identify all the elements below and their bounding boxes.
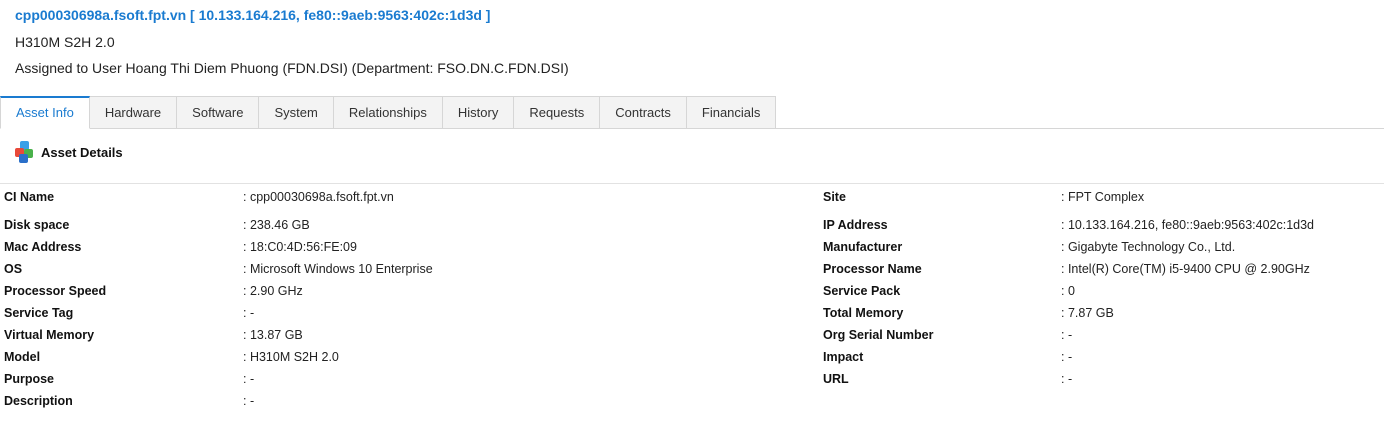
- detail-value: : 13.87 GB: [243, 328, 303, 342]
- detail-value: : -: [243, 394, 255, 408]
- detail-value: : 238.46 GB: [243, 218, 310, 232]
- tab-contracts[interactable]: Contracts: [600, 96, 687, 129]
- detail-label: Processor Speed: [4, 284, 107, 298]
- detail-label: Mac Address: [4, 240, 82, 254]
- detail-row: CI Name : cpp00030698a.fsoft.fpt.vn Site…: [0, 186, 1384, 214]
- detail-label: Site: [823, 190, 846, 204]
- detail-row: Virtual Memory : 13.87 GB Org Serial Num…: [0, 324, 1384, 346]
- detail-value: : 2.90 GHz: [243, 284, 303, 298]
- section-divider: [0, 183, 1384, 184]
- detail-label: Purpose: [4, 372, 55, 386]
- detail-value: : 18:C0:4D:56:FE:09: [243, 240, 357, 254]
- detail-label: OS: [4, 262, 23, 276]
- detail-label: URL: [823, 372, 849, 386]
- asset-header: cpp00030698a.fsoft.fpt.vn [ 10.133.164.2…: [15, 6, 569, 77]
- assignment-text: Assigned to User Hoang Thi Diem Phuong (…: [15, 60, 569, 76]
- detail-value: : 7.87 GB: [1061, 306, 1114, 320]
- detail-row: Processor Speed : 2.90 GHz Service Pack …: [0, 280, 1384, 302]
- detail-label: CI Name: [4, 190, 55, 204]
- tab-hardware[interactable]: Hardware: [89, 96, 178, 129]
- detail-row: Service Tag : - Total Memory : 7.87 GB: [0, 302, 1384, 324]
- detail-label: Org Serial Number: [823, 328, 934, 342]
- cubes-icon: [15, 141, 35, 163]
- detail-label: Virtual Memory: [4, 328, 95, 342]
- detail-label: Total Memory: [823, 306, 904, 320]
- tab-asset-info[interactable]: Asset Info: [0, 96, 90, 129]
- detail-label: Disk space: [4, 218, 70, 232]
- detail-row: Purpose : - URL : -: [0, 368, 1384, 390]
- detail-value: : -: [1061, 372, 1073, 386]
- detail-label: Impact: [823, 350, 864, 364]
- detail-value: : H310M S2H 2.0: [243, 350, 339, 364]
- detail-row: Disk space : 238.46 GB IP Address : 10.1…: [0, 214, 1384, 236]
- detail-label: Service Pack: [823, 284, 901, 298]
- detail-value: : -: [243, 372, 255, 386]
- asset-model: H310M S2H 2.0: [15, 34, 115, 50]
- detail-value: : FPT Complex: [1061, 190, 1145, 204]
- detail-label: Processor Name: [823, 262, 922, 276]
- tab-relationships[interactable]: Relationships: [333, 96, 443, 129]
- detail-label: Service Tag: [4, 306, 74, 320]
- tab-requests[interactable]: Requests: [514, 96, 601, 129]
- asset-details-grid: CI Name : cpp00030698a.fsoft.fpt.vn Site…: [0, 186, 1384, 412]
- tab-bar: Asset Info Hardware Software System Rela…: [0, 96, 777, 129]
- tab-system[interactable]: System: [259, 96, 334, 129]
- detail-value: : cpp00030698a.fsoft.fpt.vn: [243, 190, 394, 204]
- detail-row: Model : H310M S2H 2.0 Impact : -: [0, 346, 1384, 368]
- detail-row: Description : -: [0, 390, 1384, 412]
- detail-value: : Gigabyte Technology Co., Ltd.: [1061, 240, 1236, 254]
- tab-history[interactable]: History: [442, 96, 515, 129]
- tab-financials[interactable]: Financials: [686, 96, 777, 129]
- detail-value: : Microsoft Windows 10 Enterprise: [243, 262, 433, 276]
- detail-value: : -: [1061, 328, 1073, 342]
- asset-details-header: Asset Details: [15, 141, 123, 163]
- detail-label: Model: [4, 350, 41, 364]
- detail-row: OS : Microsoft Windows 10 Enterprise Pro…: [0, 258, 1384, 280]
- asset-title-link[interactable]: cpp00030698a.fsoft.fpt.vn [ 10.133.164.2…: [15, 6, 569, 24]
- detail-row: Mac Address : 18:C0:4D:56:FE:09 Manufact…: [0, 236, 1384, 258]
- detail-value: : -: [243, 306, 255, 320]
- detail-label: Description: [4, 394, 73, 408]
- detail-label: IP Address: [823, 218, 888, 232]
- detail-value: : 0: [1061, 284, 1075, 298]
- detail-value: : 10.133.164.216, fe80::9aeb:9563:402c:1…: [1061, 218, 1315, 232]
- section-title: Asset Details: [41, 144, 123, 160]
- tab-software[interactable]: Software: [177, 96, 260, 129]
- detail-value: : -: [1061, 350, 1073, 364]
- detail-label: Manufacturer: [823, 240, 903, 254]
- detail-value: : Intel(R) Core(TM) i5-9400 CPU @ 2.90GH…: [1061, 262, 1310, 276]
